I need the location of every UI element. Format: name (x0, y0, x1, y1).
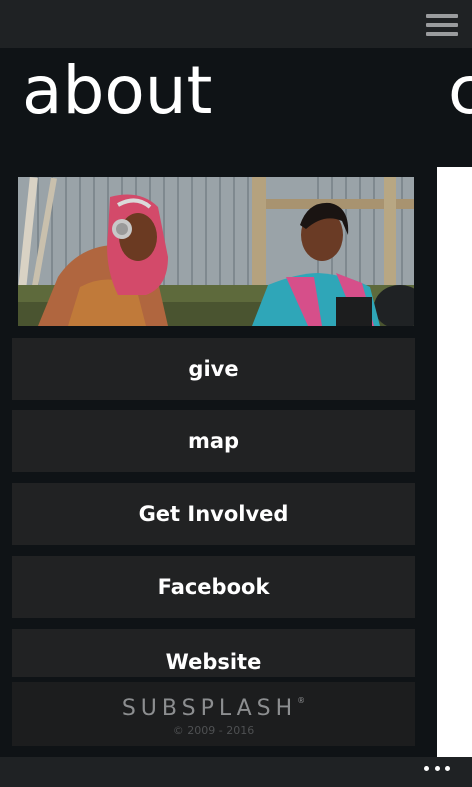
top-bar (0, 0, 472, 48)
hero-image (18, 177, 414, 326)
copyright-text: © 2009 - 2016 (172, 724, 255, 737)
page-title: about (22, 52, 213, 129)
menu-item-website[interactable]: Website (12, 629, 415, 677)
hero-photo (18, 177, 414, 326)
brand-logo: SUBSPLASH® (12, 696, 415, 721)
next-panel-preview (437, 167, 472, 757)
menu-item-facebook[interactable]: Facebook (12, 556, 415, 618)
next-pivot-title[interactable]: c (448, 58, 472, 124)
menu-item-map[interactable]: map (12, 410, 415, 472)
subsplash-footer: SUBSPLASH® © 2009 - 2016 (12, 682, 415, 746)
menu-item-get-involved[interactable]: Get Involved (12, 483, 415, 545)
app-bar (0, 757, 472, 787)
brand-name: SUBSPLASH (121, 696, 298, 721)
more-dots-icon[interactable] (424, 766, 450, 774)
menu-item-give[interactable]: give (12, 338, 415, 400)
hamburger-menu-icon[interactable] (426, 14, 458, 36)
menu-item-website-label: Website (165, 650, 262, 674)
brand-trademark: ® (297, 696, 306, 705)
